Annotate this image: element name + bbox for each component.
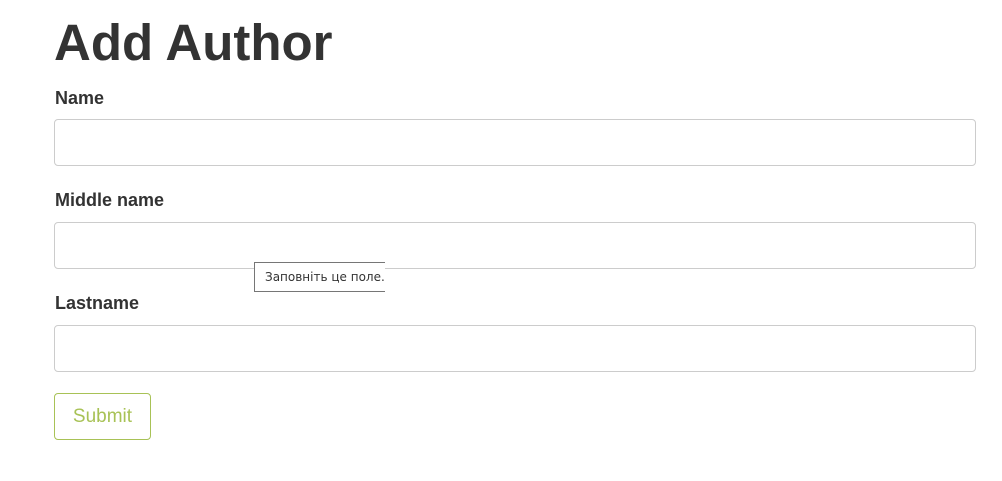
- lastname-input[interactable]: [54, 325, 976, 372]
- submit-button[interactable]: Submit: [54, 393, 151, 440]
- validation-tooltip: Заповніть це поле.: [254, 262, 385, 292]
- page-title: Add Author: [54, 14, 333, 71]
- lastname-label: Lastname: [55, 293, 140, 313]
- name-label: Name: [55, 88, 105, 108]
- add-author-page: Add Author Name Middle name Lastname Sub…: [0, 0, 1002, 481]
- middle-name-input[interactable]: [54, 222, 976, 269]
- middle-name-label: Middle name: [55, 190, 165, 210]
- name-input[interactable]: [54, 119, 976, 166]
